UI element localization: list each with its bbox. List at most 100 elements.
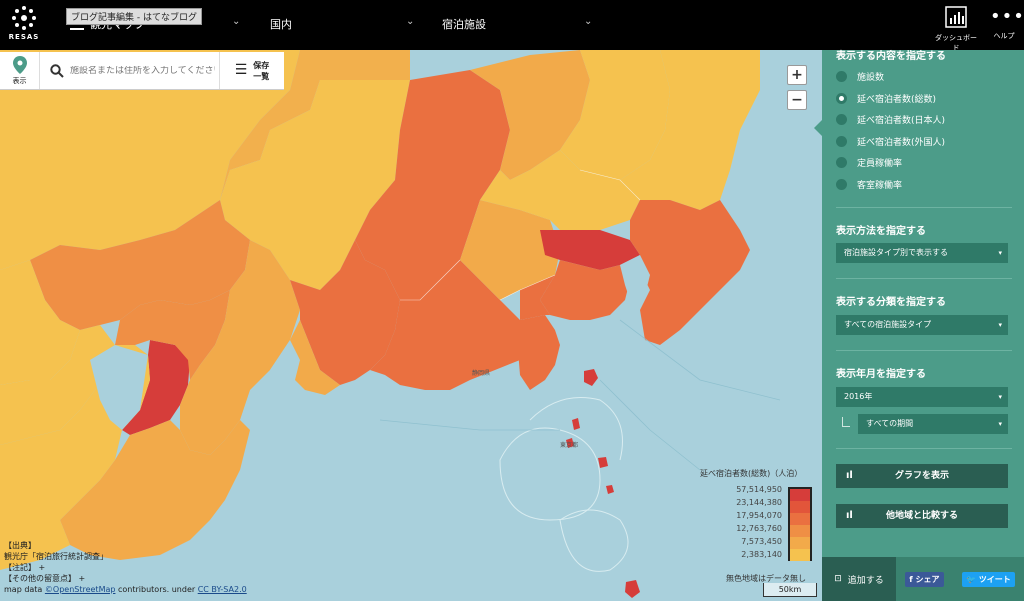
radio-room-rate[interactable]: 客室稼働率 — [836, 178, 902, 191]
top-bar: RESAS 観光マップ ⌄ ブログ記事編集 - はてなブログ 国内 ⌄ 宿泊施設… — [0, 0, 1024, 53]
search-icon — [50, 63, 64, 78]
caret-down-icon: ▾ — [998, 249, 1002, 257]
island-5 — [625, 580, 640, 598]
radio-capacity-rate[interactable]: 定員稼働率 — [836, 156, 902, 169]
compare-region-label: 他地域と比較する — [885, 511, 958, 521]
panel-pointer — [814, 120, 822, 136]
show-graph-label: グラフを表示 — [894, 471, 949, 481]
map-scale: 50km — [763, 583, 817, 597]
choropleth-map[interactable] — [0, 50, 822, 601]
save-label-2: 一覧 — [253, 71, 270, 81]
period-select-value: すべての期間 — [866, 419, 914, 428]
island-4 — [606, 485, 614, 494]
legend-value: 23,144,380 — [736, 498, 782, 507]
radio-label: 施設数 — [857, 73, 885, 83]
caret-down-icon: ▾ — [998, 321, 1002, 329]
map-area[interactable]: 静岡県 東京都 — [0, 50, 822, 601]
legend-value: 7,573,450 — [741, 537, 782, 546]
legend-swatch — [790, 524, 810, 537]
contributors-text: contributors. under — [115, 585, 198, 594]
category-type-select[interactable]: すべての宿泊施設タイプ ▾ — [836, 315, 1008, 335]
divider — [836, 278, 1012, 279]
bar-chart-icon: ıl — [846, 470, 853, 481]
notes-toggle[interactable]: 【注記】 + — [4, 562, 247, 573]
dashboard-icon — [945, 6, 967, 28]
radio-dot-selected — [836, 93, 847, 104]
chevron-down-icon: ⌄ — [232, 16, 241, 27]
divider — [836, 207, 1012, 208]
radio-japanese-guests[interactable]: 延べ宿泊者数(日本人) — [836, 113, 945, 126]
category-section-title: 表示する分類を指定する — [836, 297, 946, 308]
dashboard-button[interactable]: ダッシュボード — [932, 6, 980, 53]
divider — [836, 350, 1012, 351]
year-select-value: 2016年 — [844, 392, 873, 401]
osm-link[interactable]: ©OpenStreetMap — [45, 585, 116, 594]
radio-foreign-guests[interactable]: 延べ宿泊者数(外国人) — [836, 135, 945, 148]
search-input[interactable] — [70, 65, 215, 76]
display-button[interactable]: 表示 — [0, 52, 40, 89]
region-select[interactable]: 国内 ⌄ — [270, 16, 414, 32]
search-box[interactable] — [40, 52, 220, 89]
help-button[interactable]: ••• ヘルプ — [990, 6, 1024, 41]
add-button[interactable]: ⊡ 追加する — [822, 557, 896, 601]
map-data-line: map data ©OpenStreetMap contributors. un… — [4, 584, 247, 595]
browser-tooltip: ブログ記事編集 - はてなブログ — [66, 8, 202, 25]
save-label-1: 保存 — [253, 60, 270, 70]
map-label-tokyo: 東京都 — [560, 442, 579, 449]
radio-label: 定員稼働率 — [857, 159, 903, 169]
facebook-share-label: シェア — [915, 574, 940, 584]
settings-panel: 表示する内容を指定する 施設数 延べ宿泊者数(総数) 延べ宿泊者数(日本人) 延… — [814, 50, 1024, 601]
other-notes-toggle[interactable]: 【その他の留意点】 + — [4, 573, 247, 584]
island-1 — [572, 418, 580, 430]
method-section-title: 表示方法を指定する — [836, 226, 926, 237]
logo-text: RESAS — [8, 33, 40, 41]
saved-list-button[interactable]: ☰ 保存 一覧 — [220, 52, 284, 89]
twitter-share-label: ツイート — [978, 574, 1011, 584]
region-select-label: 国内 — [270, 18, 292, 31]
period-section-title: 表示年月を指定する — [836, 369, 926, 380]
chevron-down-icon: ⌄ — [406, 16, 415, 27]
caret-down-icon: ▾ — [998, 393, 1002, 401]
license-link[interactable]: CC BY-SA2.0 — [198, 585, 247, 594]
map-credits: 【出典】 観光庁「宿泊旅行統計調査」 【注記】 + 【その他の留意点】 + ma… — [4, 540, 247, 595]
legend-value: 57,514,950 — [736, 485, 782, 494]
show-graph-button[interactable]: ıl グラフを表示 — [836, 464, 1008, 488]
facebook-share-button[interactable]: f シェア — [905, 571, 944, 587]
radio-facility-count[interactable]: 施設数 — [836, 70, 884, 83]
period-select[interactable]: すべての期間 ▾ — [858, 414, 1008, 434]
radio-dot — [836, 71, 847, 82]
caret-down-icon: ▾ — [998, 420, 1002, 428]
add-label: 追加する — [847, 575, 884, 586]
radio-total-guests[interactable]: 延べ宿泊者数(総数) — [836, 92, 936, 105]
panel-footer: ⊡ 追加する f シェア 🐦 ツイート — [822, 557, 1024, 601]
region-izu — [518, 315, 560, 390]
category-select-value: すべての宿泊施設タイプ — [844, 320, 932, 329]
year-select[interactable]: 2016年 ▾ — [836, 387, 1008, 407]
map-toolbar: 表示 ☰ 保存 一覧 — [0, 52, 284, 90]
legend-swatch — [790, 500, 810, 513]
add-chart-icon: ⊡ — [834, 574, 842, 584]
help-label: ヘルプ — [993, 32, 1015, 40]
radio-label: 延べ宿泊者数(総数) — [857, 95, 937, 105]
legend-value: 17,954,070 — [736, 511, 782, 520]
radio-dot — [836, 157, 847, 168]
category-select[interactable]: 宿泊施設 ⌄ — [442, 16, 592, 32]
zoom-in-button[interactable]: + — [787, 65, 807, 85]
radio-label: 延べ宿泊者数(日本人) — [857, 116, 946, 126]
legend-value: 12,763,760 — [736, 524, 782, 533]
legend-swatch — [790, 489, 810, 501]
resas-logo-icon — [12, 6, 36, 30]
compare-region-button[interactable]: ıl 他地域と比較する — [836, 504, 1008, 528]
map-pin-icon — [12, 56, 27, 74]
chevron-down-icon: ⌄ — [584, 16, 593, 27]
zoom-out-button[interactable]: − — [787, 90, 807, 110]
map-label-shizuoka: 静岡県 — [472, 370, 491, 377]
radio-dot — [836, 179, 847, 190]
method-select[interactable]: 宿泊施設タイプ別で表示する ▾ — [836, 243, 1008, 263]
sub-item-connector — [842, 417, 850, 427]
legend-swatch — [790, 536, 810, 549]
source-text: 観光庁「宿泊旅行統計調査」 — [4, 552, 108, 561]
divider — [836, 448, 1012, 449]
twitter-share-button[interactable]: 🐦 ツイート — [961, 571, 1015, 587]
resas-logo[interactable]: RESAS — [6, 4, 42, 46]
